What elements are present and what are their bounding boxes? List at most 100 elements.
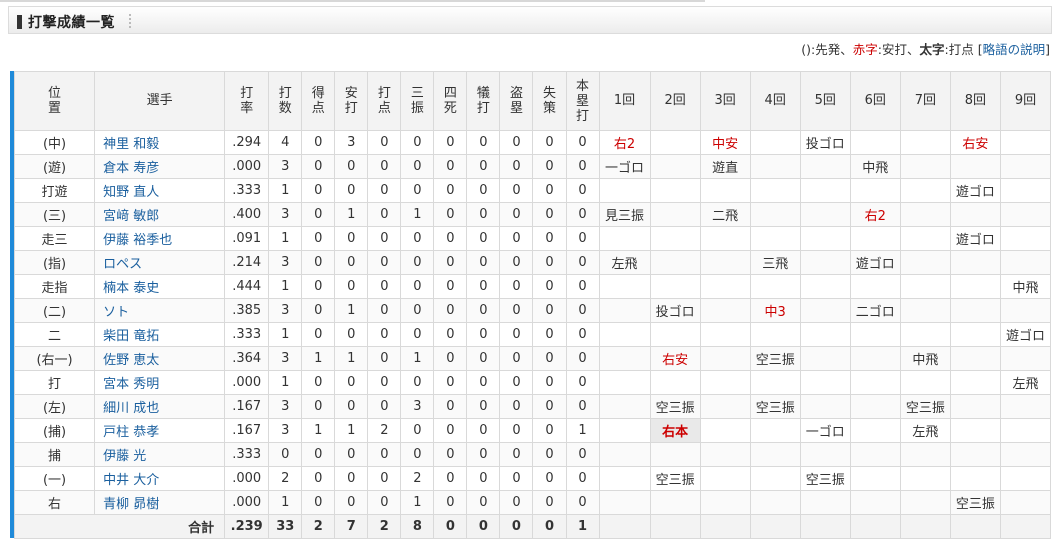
- header-inning-7: 7回: [899, 71, 951, 131]
- cell-sb: 0: [499, 178, 534, 203]
- player-name-link[interactable]: 戸柱 恭孝: [94, 418, 226, 443]
- cell-inning-3: [699, 370, 751, 395]
- player-name-link[interactable]: 中井 大介: [94, 466, 226, 491]
- cell-ab: 0: [268, 442, 303, 467]
- header-marker-icon: [17, 15, 22, 29]
- cell-avg: .364: [224, 346, 270, 371]
- cell-inning-8: [949, 346, 1001, 371]
- cell-inning-3: [699, 298, 751, 323]
- cell-hits: 1: [334, 298, 369, 323]
- section-header: 打撃成績一覧: [8, 6, 1052, 34]
- cell-sac: 0: [466, 394, 501, 419]
- totals-err: 0: [532, 514, 567, 539]
- cell-rbi: 0: [367, 226, 402, 251]
- cell-sac: 0: [466, 226, 501, 251]
- cell-inning-6: [849, 466, 901, 491]
- cell-inning-5: 投ゴロ: [799, 130, 851, 155]
- cell-ab: 3: [268, 394, 303, 419]
- cell-avg: .000: [224, 154, 270, 179]
- table-row: (中) 神里 和毅 .294 4 0 3 0 0 0 0 0 0 0 右2 中安 投ゴロ 右安: [13, 130, 1052, 155]
- cell-position: (右一): [13, 346, 96, 371]
- table-row: (指) ロペス .214 3 0 0 0 0 0 0 0 0 0 左飛 三飛 遊ゴロ: [13, 250, 1052, 275]
- cell-inning-1: [598, 322, 651, 347]
- cell-bb: 0: [433, 178, 468, 203]
- player-name-link[interactable]: 倉本 寿彦: [94, 154, 226, 179]
- player-name-link[interactable]: ロペス: [94, 250, 226, 275]
- cell-inning-3: [699, 394, 751, 419]
- player-name-link[interactable]: 宮本 秀明: [94, 370, 226, 395]
- player-name-link[interactable]: ソト: [94, 298, 226, 323]
- header-inning-6: 6回: [849, 71, 901, 131]
- cell-hr: 0: [565, 274, 600, 299]
- cell-hits: 0: [334, 250, 369, 275]
- cell-inning-4: 三飛: [749, 250, 801, 275]
- cell-sac: 0: [466, 370, 501, 395]
- table-row: 走三 伊藤 裕季也 .091 1 0 0 0 0 0 0 0 0 0 遊ゴロ: [13, 226, 1052, 251]
- cell-avg: .400: [224, 202, 270, 227]
- cell-err: 0: [532, 226, 567, 251]
- cell-inning-3: 遊直: [699, 154, 751, 179]
- cell-inning-4: [749, 322, 801, 347]
- table-body: (中) 神里 和毅 .294 4 0 3 0 0 0 0 0 0 0 右2 中安 投ゴロ 右安 (遊) 倉本 寿彦.…: [13, 130, 1052, 515]
- cell-inning-2: 空三振: [649, 394, 701, 419]
- cell-inning-3: [699, 466, 751, 491]
- cell-inning-2: 右本: [649, 418, 701, 443]
- cell-inning-4: [749, 274, 801, 299]
- cell-sb: 0: [499, 274, 534, 299]
- cell-rbi: 0: [367, 370, 402, 395]
- totals-ab: 33: [268, 514, 303, 539]
- cell-hits: 1: [334, 202, 369, 227]
- cell-inning-3: [699, 274, 751, 299]
- abbreviation-help-link[interactable]: 略語の説明: [983, 42, 1046, 57]
- cell-inning-9: 遊ゴロ: [999, 322, 1052, 347]
- player-name-link[interactable]: 柴田 竜拓: [94, 322, 226, 347]
- cell-inning-9: [999, 130, 1052, 155]
- cell-err: 0: [532, 490, 567, 515]
- cell-position: 打: [13, 370, 96, 395]
- cell-sb: 0: [499, 442, 534, 467]
- totals-inning-cell: [699, 514, 751, 539]
- player-name-link[interactable]: 楠本 泰史: [94, 274, 226, 299]
- header-inning-2: 2回: [649, 71, 701, 131]
- cell-err: 0: [532, 442, 567, 467]
- player-name-link[interactable]: 知野 直人: [94, 178, 226, 203]
- player-name-link[interactable]: 佐野 恵太: [94, 346, 226, 371]
- cell-inning-8: 遊ゴロ: [949, 178, 1001, 203]
- cell-bb: 0: [433, 250, 468, 275]
- cell-sac: 0: [466, 298, 501, 323]
- player-name-link[interactable]: 伊藤 裕季也: [94, 226, 226, 251]
- cell-inning-7: [899, 298, 951, 323]
- player-name-link[interactable]: 神里 和毅: [94, 130, 226, 155]
- cell-sac: 0: [466, 418, 501, 443]
- cell-sb: 0: [499, 226, 534, 251]
- cell-hits: 3: [334, 130, 369, 155]
- cell-inning-2: [649, 442, 701, 467]
- cell-bb: 0: [433, 394, 468, 419]
- player-name-link[interactable]: 細川 成也: [94, 394, 226, 419]
- cell-err: 0: [532, 322, 567, 347]
- cell-inning-2: 右安: [649, 346, 701, 371]
- cell-inning-1: [598, 466, 651, 491]
- cell-hr: 0: [565, 250, 600, 275]
- player-name-link[interactable]: 青柳 昴樹: [94, 490, 226, 515]
- cell-inning-2: [649, 178, 701, 203]
- cell-sb: 0: [499, 202, 534, 227]
- cell-inning-9: [999, 442, 1052, 467]
- cell-so: 0: [400, 274, 435, 299]
- player-name-link[interactable]: 伊藤 光: [94, 442, 226, 467]
- cell-ab: 1: [268, 226, 303, 251]
- legend-rbi-text: :打点: [944, 42, 978, 57]
- top-border-segment: [0, 0, 705, 2]
- cell-so: 0: [400, 442, 435, 467]
- cell-so: 2: [400, 466, 435, 491]
- cell-rbi: 0: [367, 442, 402, 467]
- cell-err: 0: [532, 250, 567, 275]
- player-name-link[interactable]: 宮﨑 敏郎: [94, 202, 226, 227]
- table-row: 打宮本 秀明 .000 1 0 0 0 0 0 0 0 0 0 左飛: [13, 370, 1052, 395]
- cell-runs: 0: [301, 394, 336, 419]
- cell-inning-5: [799, 154, 851, 179]
- cell-inning-9: [999, 490, 1052, 515]
- cell-rbi: 0: [367, 274, 402, 299]
- cell-rbi: 0: [367, 178, 402, 203]
- cell-runs: 0: [301, 130, 336, 155]
